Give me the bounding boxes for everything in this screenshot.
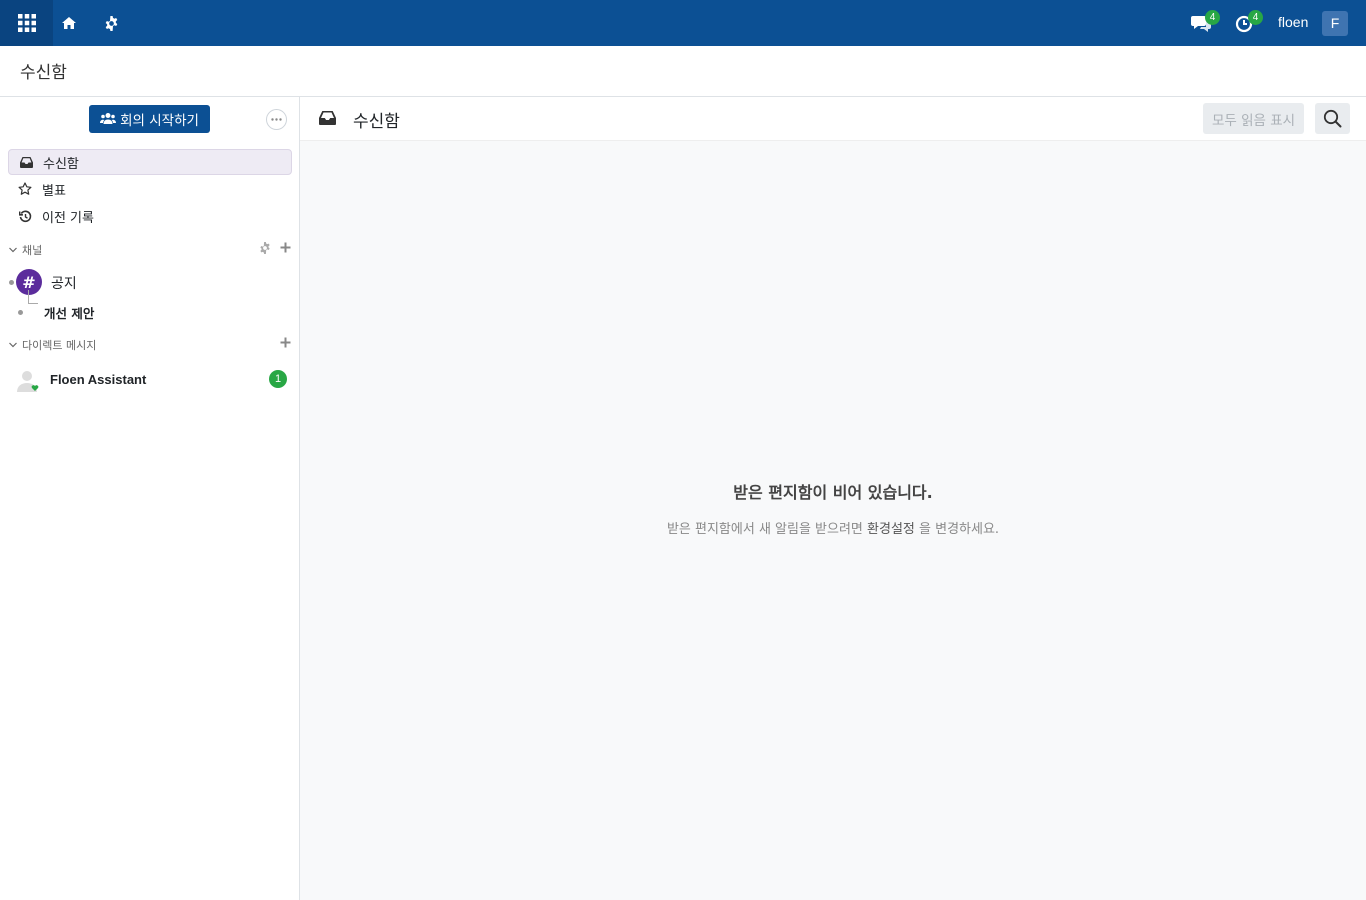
start-meeting-label: 회의 시작하기 — [120, 113, 199, 129]
history-icon — [18, 209, 32, 223]
users-icon — [100, 113, 117, 124]
channels-category-header[interactable]: 채널 — [8, 241, 292, 259]
search-icon — [1323, 109, 1342, 128]
add-channel-plus-icon[interactable] — [279, 241, 292, 254]
empty-inbox-title: 받은 편지함이 비어 있습니다. — [733, 483, 933, 502]
channel-bullet — [9, 280, 14, 285]
dm-category-header[interactable]: 다이렉트 메시지 — [8, 336, 292, 354]
discuss-sidebar: 회의 시작하기 수신함 별표 이전 기록 채널 # 공지 개선 제안 다이렉트 … — [0, 97, 300, 900]
inbox-icon — [19, 155, 33, 169]
activity-clock-icon[interactable]: 4 — [1234, 10, 1263, 34]
dm-item[interactable]: Floen Assistant 1 — [8, 368, 292, 396]
mailbox-label: 이전 기록 — [42, 210, 94, 226]
inbox-icon — [319, 111, 336, 125]
thread-header: 수신함 모두 읽음 표시 — [300, 97, 1366, 141]
thread-connector — [28, 290, 38, 304]
mailbox-label: 수신함 — [43, 156, 79, 172]
top-navbar: 4 4 floen F — [0, 0, 1366, 46]
sub-channel-item[interactable]: 개선 제안 — [8, 290, 292, 326]
chevron-down-icon — [9, 247, 17, 253]
dm-name: Floen Assistant — [50, 372, 147, 387]
channel-item[interactable]: # 공지 — [8, 269, 292, 297]
more-options-button[interactable] — [266, 109, 287, 130]
apps-menu-button[interactable] — [0, 0, 53, 46]
activities-count-badge: 4 — [1248, 10, 1263, 25]
messages-count-badge: 4 — [1205, 10, 1220, 25]
username[interactable]: floen — [1278, 14, 1308, 30]
sub-channel-bullet — [18, 310, 23, 315]
star-icon — [18, 182, 32, 196]
add-dm-plus-icon[interactable] — [279, 336, 292, 349]
channel-name: 공지 — [51, 276, 77, 292]
mark-all-read-button[interactable]: 모두 읽음 표시 — [1203, 103, 1304, 134]
mailbox-label: 별표 — [42, 183, 66, 199]
dm-category-label: 다이렉트 메시지 — [22, 339, 97, 352]
thread-view: 수신함 모두 읽음 표시 받은 편지함이 비어 있습니다. 받은 편지함에서 새… — [300, 97, 1366, 900]
home-icon[interactable] — [59, 13, 79, 33]
mailbox-inbox[interactable]: 수신함 — [8, 149, 292, 175]
channel-settings-gear-icon[interactable] — [259, 241, 271, 254]
mailbox-starred[interactable]: 별표 — [8, 176, 292, 202]
user-avatar[interactable]: F — [1322, 11, 1348, 36]
start-meeting-button[interactable]: 회의 시작하기 — [89, 105, 210, 133]
settings-gear-icon[interactable] — [101, 13, 121, 33]
chevron-down-icon — [9, 342, 17, 348]
breadcrumb: 수신함 — [20, 63, 67, 83]
empty-inbox-hint: 받은 편지함에서 새 알림을 받으려면 환경설정 을 변경하세요. — [300, 518, 1366, 537]
control-panel: 수신함 — [0, 46, 1366, 97]
mailbox-history[interactable]: 이전 기록 — [8, 203, 292, 229]
messages-icon[interactable]: 4 — [1191, 10, 1220, 34]
ellipsis-icon — [271, 118, 282, 121]
hint-text-before: 받은 편지함에서 새 알림을 받으려면 — [666, 522, 863, 537]
sub-channel-name: 개선 제안 — [44, 305, 95, 321]
search-button[interactable] — [1315, 103, 1350, 134]
preferences-link[interactable]: 환경설정 — [867, 522, 915, 537]
grid-icon — [17, 14, 36, 32]
thread-title: 수신함 — [353, 112, 400, 132]
channels-category-label: 채널 — [22, 244, 43, 257]
user-avatar-icon — [17, 371, 39, 392]
hint-text-after: 을 변경하세요. — [919, 522, 1000, 537]
unread-count-badge: 1 — [269, 370, 287, 388]
